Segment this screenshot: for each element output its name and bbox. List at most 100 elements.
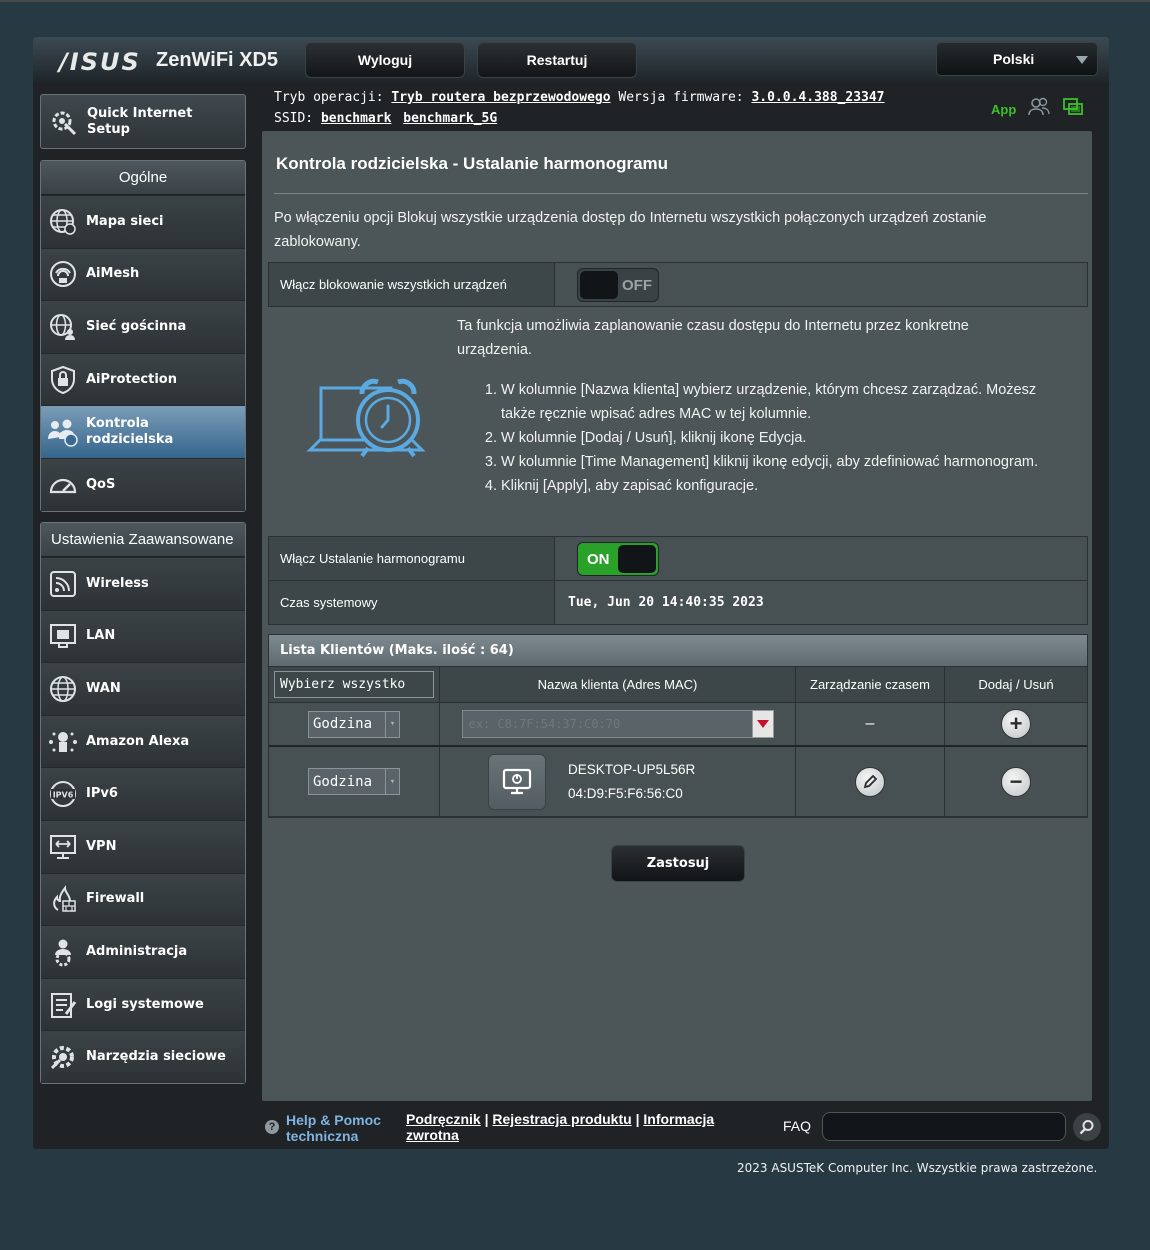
- page-description: Po włączeniu opcji Blokuj wszystkie urzą…: [274, 210, 987, 250]
- status-info: Tryb operacji: Tryb routera bezprzewodow…: [274, 87, 885, 129]
- mode-label: Tryb operacji:: [274, 90, 384, 105]
- schedule-enable-label: Włącz Ustalanie harmonogramu: [269, 537, 555, 580]
- sidebar-item-lan[interactable]: LAN: [41, 609, 245, 663]
- sidebar-item-label: Firewall: [86, 891, 145, 907]
- page-title: Kontrola rodzicielska - Ustalanie harmon…: [276, 154, 669, 173]
- toggle-knob: [580, 270, 618, 299]
- feedback-link-line1[interactable]: Informacja: [643, 1111, 714, 1127]
- block-all-label: Włącz blokowanie wszystkich urządzeń: [269, 263, 555, 306]
- shield-lock-icon: [46, 363, 80, 397]
- general-menu: Ogólne Mapa sieci AiMesh Sieć gościnna A…: [40, 160, 246, 512]
- client-list-title: Lista Klientów (Maks. ilość : 64): [269, 635, 1087, 667]
- wand-gear-icon: [47, 105, 81, 139]
- time-management-empty: –: [796, 703, 945, 745]
- sidebar-item-administration[interactable]: Administracja: [41, 925, 245, 978]
- sidebar-item-aimesh[interactable]: AiMesh: [41, 247, 245, 301]
- sidebar-item-label: LAN: [86, 628, 116, 644]
- restart-button[interactable]: Restartuj: [477, 42, 637, 78]
- ssid-link-2[interactable]: benchmark_5G: [403, 111, 497, 126]
- step-4: Kliknij [Apply], aby zapisać konfiguracj…: [501, 474, 1061, 498]
- sidebar-item-wan[interactable]: WAN: [41, 662, 245, 715]
- manual-link[interactable]: Podręcznik: [406, 1111, 481, 1127]
- sidebar-item-label: AiMesh: [86, 266, 140, 282]
- ipv6-globe-icon: IPV6: [46, 777, 80, 811]
- quick-internet-setup[interactable]: Quick Internet Setup: [40, 94, 246, 149]
- block-all-table: Włącz blokowanie wszystkich urządzeń OFF: [268, 262, 1088, 307]
- general-heading: Ogólne: [41, 161, 245, 195]
- desktop-client-icon[interactable]: [488, 753, 546, 810]
- sidebar-item-network-map[interactable]: Mapa sieci: [41, 195, 245, 248]
- client-list-table: Lista Klientów (Maks. ilość : 64) Wybier…: [268, 634, 1088, 818]
- chevron-down-icon: ▾: [385, 769, 399, 794]
- sidebar-item-label: VPN: [86, 838, 117, 854]
- edit-pencil-icon[interactable]: [855, 766, 885, 797]
- sidebar-item-firewall[interactable]: Firewall: [41, 872, 245, 926]
- status-icons: App: [991, 97, 1084, 122]
- mode-select[interactable]: Godzina ▾: [308, 768, 400, 795]
- speedometer-icon: [46, 468, 80, 502]
- sidebar-item-label-line1: Kontrola: [86, 416, 149, 432]
- sidebar-item-network-tools[interactable]: Narzędzia sieciowe: [41, 1030, 245, 1083]
- apply-button[interactable]: Zastosuj: [611, 845, 745, 882]
- dropdown-arrow-icon[interactable]: [751, 710, 774, 738]
- block-all-toggle[interactable]: OFF: [577, 267, 659, 302]
- mac-placeholder: ex: C8:7F:54:37:C0:70: [468, 717, 621, 731]
- ssid-label: SSID:: [274, 111, 314, 126]
- link-separator: |: [635, 1111, 640, 1127]
- language-select[interactable]: Polski: [936, 42, 1098, 76]
- sidebar-item-amazon-alexa[interactable]: Amazon Alexa: [41, 714, 245, 768]
- aimesh-icon: [46, 257, 80, 291]
- toggle-state: ON: [587, 550, 610, 568]
- help-support[interactable]: ? Help & Pomoc techniczna: [265, 1112, 396, 1144]
- sidebar-item-aiprotection[interactable]: AiProtection: [41, 352, 245, 406]
- app-link[interactable]: App: [991, 102, 1016, 117]
- logout-button[interactable]: Wyloguj: [305, 42, 465, 78]
- ssid-link-1[interactable]: benchmark: [321, 111, 391, 126]
- sidebar-item-label: QoS: [86, 476, 116, 492]
- sidebar-item-vpn[interactable]: VPN: [41, 819, 245, 873]
- firewall-flame-icon: [46, 882, 80, 916]
- main-panel: Kontrola rodzicielska - Ustalanie harmon…: [262, 131, 1092, 1101]
- col-time-management: Zarządzanie czasem: [796, 667, 945, 702]
- table-row: Godzina ▾ DESKTOP-UP5L56R 04:D9:F5:F6:56…: [269, 747, 1087, 817]
- feedback-link-line2[interactable]: zwrotna: [406, 1127, 459, 1143]
- mac-address-input[interactable]: ex: C8:7F:54:37:C0:70: [461, 710, 774, 738]
- sidebar-item-qos[interactable]: QoS: [41, 457, 245, 511]
- network-icon[interactable]: [1062, 97, 1084, 122]
- sidebar-item-guest-network[interactable]: Sieć gościnna: [41, 300, 245, 353]
- sidebar-item-label: Amazon Alexa: [86, 733, 190, 749]
- firmware-link[interactable]: 3.0.0.4.388_23347: [751, 90, 884, 105]
- remove-minus-icon[interactable]: −: [1001, 766, 1031, 797]
- sidebar-item-wireless[interactable]: Wireless: [41, 557, 245, 610]
- mode-link[interactable]: Tryb routera bezprzewodowego: [391, 90, 610, 105]
- col-add-remove: Dodaj / Usuń: [945, 667, 1087, 702]
- sidebar-item-system-log[interactable]: Logi systemowe: [41, 977, 245, 1031]
- alexa-icon: [46, 725, 80, 759]
- toggle-knob: [618, 544, 656, 573]
- firmware-label: Wersja firmware:: [618, 90, 744, 105]
- select-all-cell: Wybierz wszystko: [269, 667, 440, 702]
- register-link[interactable]: Rejestracja produktu: [492, 1111, 631, 1127]
- select-all-button[interactable]: Wybierz wszystko: [274, 671, 434, 698]
- title-divider: [274, 193, 1088, 194]
- mode-select[interactable]: Godzina ▾: [308, 710, 400, 738]
- vpn-monitor-icon: [46, 830, 80, 864]
- help-label-line2: techniczna: [286, 1128, 359, 1144]
- mode-select-value: Godzina: [313, 716, 373, 732]
- asus-logo: /ISUS: [59, 48, 141, 76]
- instruction-steps: W kolumnie [Nazwa klienta] wybierz urząd…: [501, 378, 1061, 498]
- chevron-down-icon: ▾: [385, 711, 399, 737]
- faq-search-input[interactable]: [822, 1112, 1066, 1141]
- sidebar-item-label: Administracja: [86, 943, 188, 959]
- sidebar-item-parental-control[interactable]: Kontrola rodzicielska: [41, 405, 245, 458]
- sidebar-item-ipv6[interactable]: IPV6 IPv6: [41, 767, 245, 820]
- sidebar-item-label: Wireless: [86, 575, 149, 591]
- clients-icon[interactable]: [1028, 97, 1050, 122]
- log-document-icon: [46, 988, 80, 1022]
- system-time-value: Tue, Jun 20 14:40:35 2023: [568, 595, 764, 610]
- parental-clock-icon: [306, 368, 436, 471]
- add-plus-icon[interactable]: +: [1001, 709, 1031, 739]
- search-icon[interactable]: [1073, 1113, 1101, 1141]
- schedule-toggle[interactable]: ON: [577, 541, 659, 576]
- qis-label-line1: Quick Internet: [87, 105, 193, 121]
